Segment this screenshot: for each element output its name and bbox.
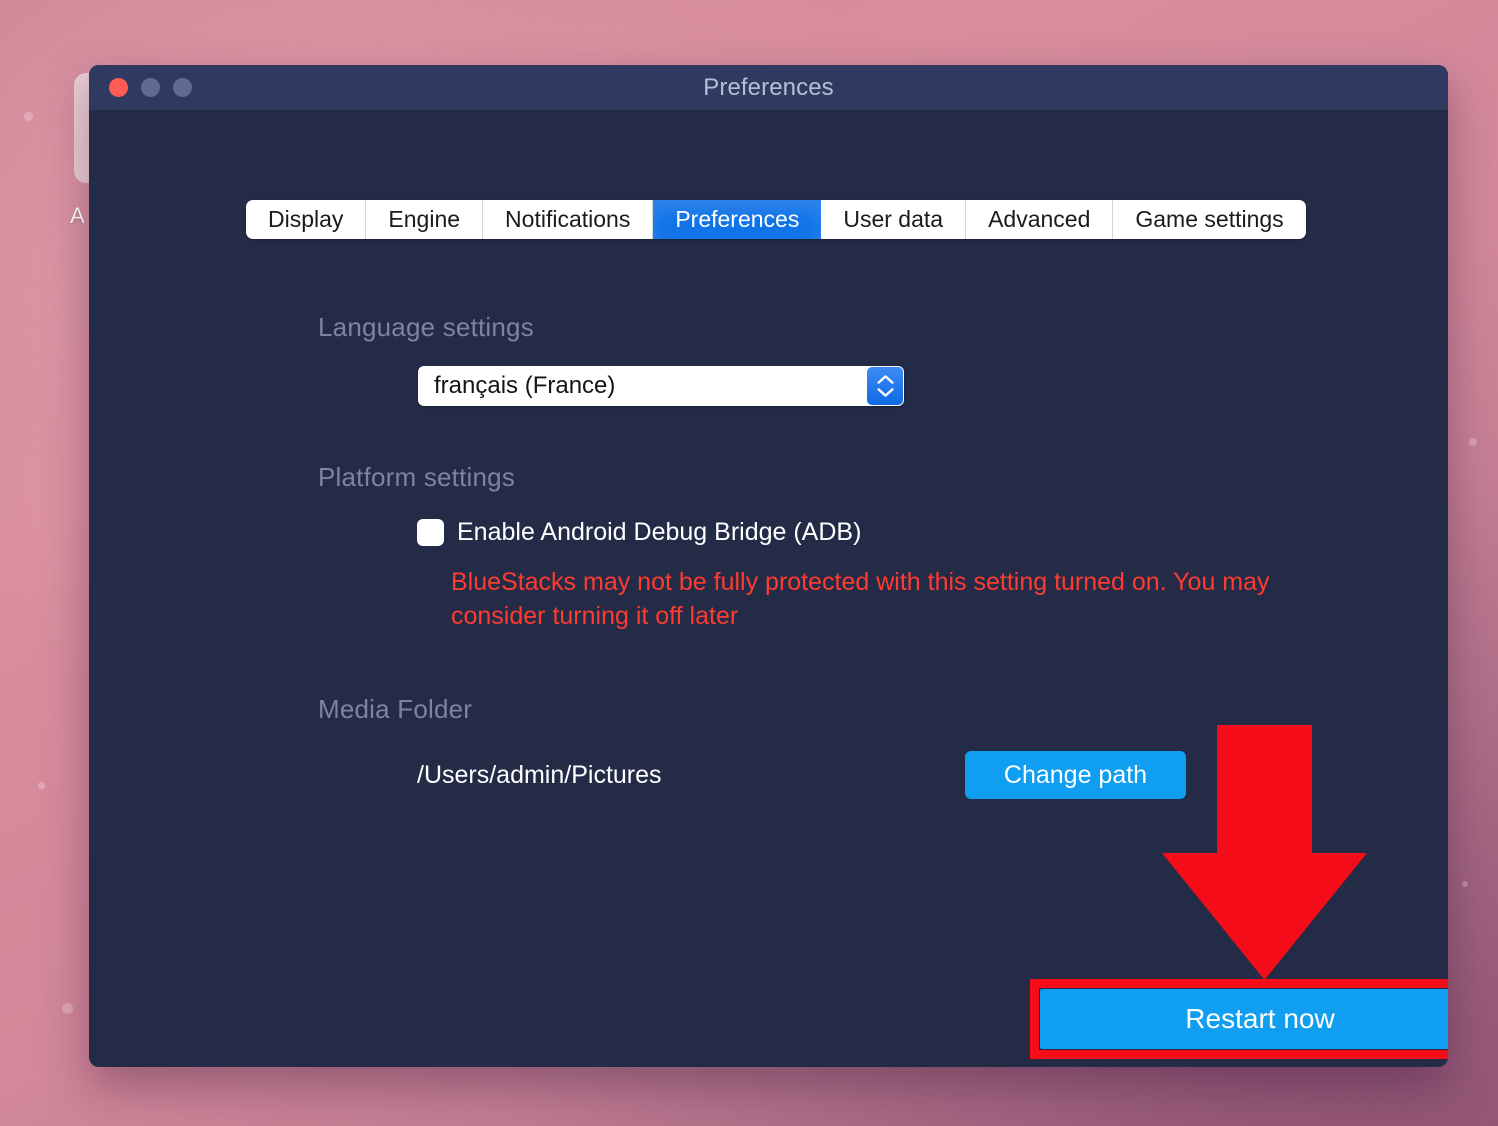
adb-checkbox[interactable] xyxy=(417,519,444,546)
adb-warning-text: BlueStacks may not be fully protected wi… xyxy=(451,568,1270,630)
traffic-light-group xyxy=(109,65,192,110)
wallpaper-speck xyxy=(24,112,33,121)
window-title: Preferences xyxy=(703,73,834,101)
desktop-background: A Preferences Display Engine Notificatio… xyxy=(0,0,1498,1126)
language-settings-heading: Language settings xyxy=(318,312,534,342)
restart-now-button[interactable]: Restart now xyxy=(1040,989,1448,1049)
settings-tab-bar: Display Engine Notifications Preferences… xyxy=(246,200,1306,239)
platform-settings-heading: Platform settings xyxy=(318,462,516,492)
tab-advanced[interactable]: Advanced xyxy=(966,200,1114,239)
tab-user-data[interactable]: User data xyxy=(821,200,967,239)
tab-preferences[interactable]: Preferences xyxy=(653,200,822,239)
close-button-icon[interactable] xyxy=(109,78,128,97)
chevron-up-down-icon[interactable] xyxy=(867,367,903,405)
change-path-button[interactable]: Change path xyxy=(965,751,1186,799)
wallpaper-speck xyxy=(1469,438,1477,446)
media-folder-path: /Users/admin/Pictures xyxy=(417,761,662,789)
maximize-button-icon[interactable] xyxy=(173,78,192,97)
annotation-arrow-down-icon xyxy=(1162,725,1367,980)
tab-engine[interactable]: Engine xyxy=(366,200,484,239)
wallpaper-speck xyxy=(38,782,45,789)
language-select[interactable]: français (France) xyxy=(418,366,904,406)
wallpaper-speck xyxy=(1462,881,1468,887)
minimize-button-icon[interactable] xyxy=(141,78,160,97)
window-titlebar[interactable]: Preferences xyxy=(89,65,1448,110)
tab-game-settings[interactable]: Game settings xyxy=(1113,200,1306,239)
wallpaper-speck xyxy=(62,1003,73,1014)
media-folder-heading: Media Folder xyxy=(318,694,473,724)
preferences-window: Preferences Display Engine Notifications… xyxy=(89,65,1448,1067)
adb-setting-row[interactable]: Enable Android Debug Bridge (ADB) xyxy=(417,518,861,547)
tab-notifications[interactable]: Notifications xyxy=(483,200,654,239)
adb-label: Enable Android Debug Bridge (ADB) xyxy=(457,518,862,546)
language-select-value: français (France) xyxy=(434,372,616,399)
tab-display[interactable]: Display xyxy=(246,200,367,239)
